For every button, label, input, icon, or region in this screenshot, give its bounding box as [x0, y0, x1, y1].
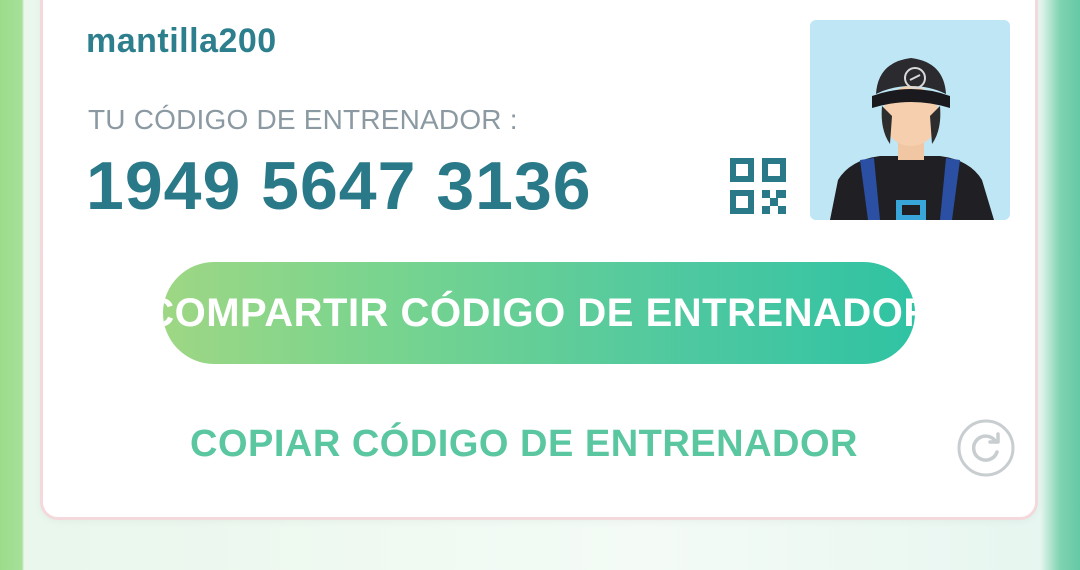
share-button-label: COMPARTIR CÓDIGO DE ENTRENADOR	[163, 290, 915, 335]
trainer-code-label: TU CÓDIGO DE ENTRENADOR :	[88, 104, 518, 135]
avatar-illustration	[830, 58, 994, 220]
trainer-username: mantilla200	[86, 22, 277, 60]
trainer-code-value: 1949 5647 3136	[86, 148, 592, 224]
copy-trainer-code-button[interactable]: COPIAR CÓDIGO DE ENTRENADOR	[190, 423, 858, 466]
qr-code-icon[interactable]	[728, 156, 788, 216]
trainer-avatar[interactable]	[810, 20, 1010, 220]
share-trainer-code-button[interactable]: COMPARTIR CÓDIGO DE ENTRENADOR	[163, 262, 915, 364]
refresh-icon[interactable]	[956, 418, 1016, 478]
